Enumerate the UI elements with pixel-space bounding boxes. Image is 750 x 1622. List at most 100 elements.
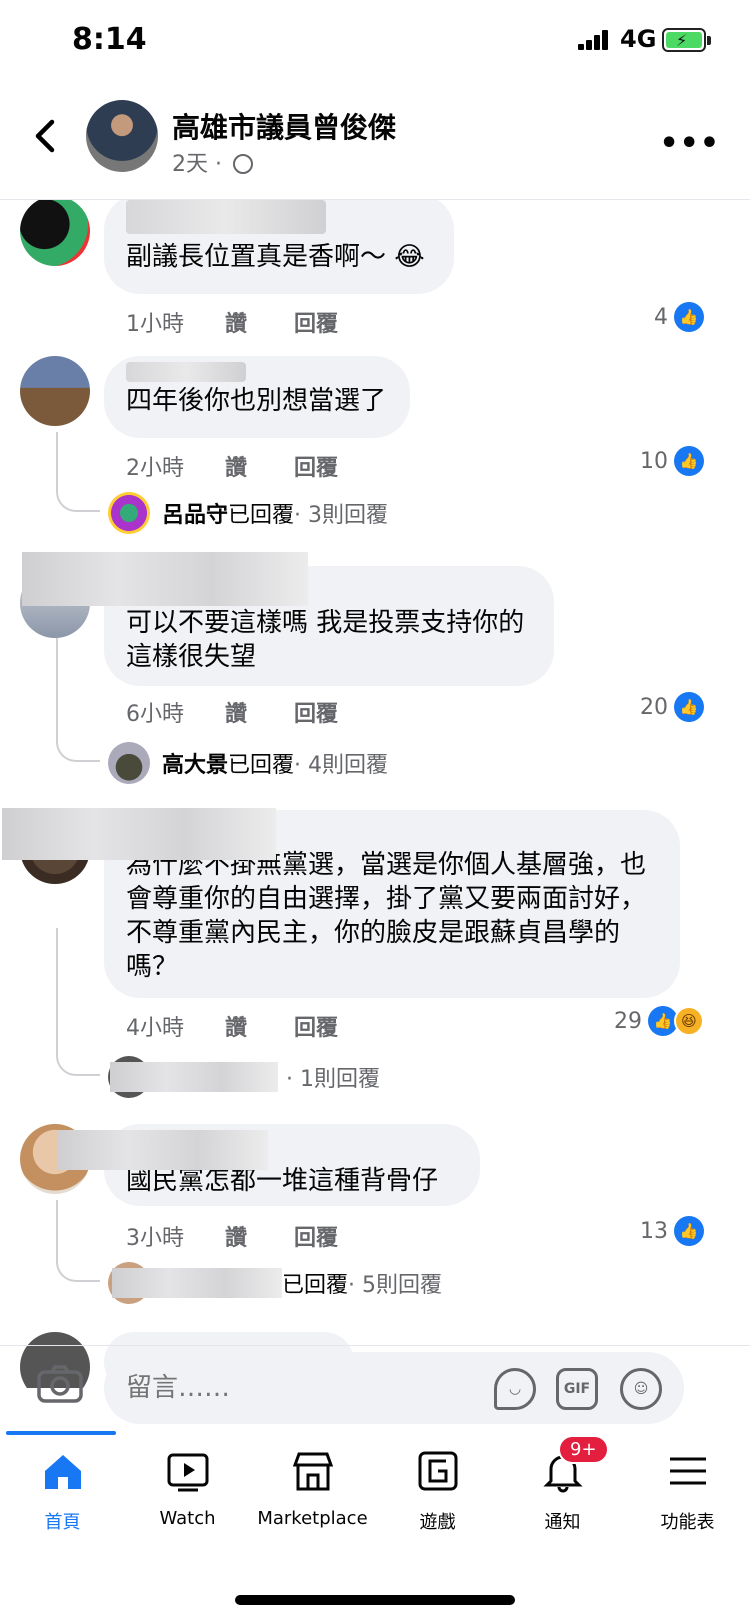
comment-text: 副議長位置真是香啊～ 😂	[126, 242, 425, 272]
tab-marketplace[interactable]: Marketplace	[250, 1435, 375, 1555]
chevron-left-icon	[35, 119, 55, 153]
reply-count: · 3則回覆	[294, 503, 389, 528]
commenter-avatar[interactable]	[20, 356, 90, 426]
tab-label: 首頁	[44, 1512, 81, 1533]
comment-actions: 1小時 讚 回覆	[126, 306, 378, 338]
comment-actions: 4小時 讚 回覆	[126, 1010, 378, 1042]
replier-name: 呂品守	[162, 503, 229, 528]
name-blur-overlay	[22, 552, 308, 606]
reaction-count[interactable]: 29 👍 😆	[614, 1006, 704, 1036]
thumbs-up-icon: 👍	[674, 1216, 704, 1246]
name-blur-overlay	[58, 1130, 268, 1170]
back-button[interactable]	[28, 116, 64, 156]
bottom-nav: 首頁 Watch Marketplace 遊戲 9+ 通知 功能表	[0, 1435, 750, 1555]
reply-count: · 4則回覆	[294, 753, 389, 778]
comment-bubble: 四年後你也別想當選了	[104, 356, 410, 438]
replies-summary[interactable]: 高大景 已回覆 · 4則回覆	[108, 742, 388, 784]
replies-summary[interactable]: · 1則回覆	[108, 1056, 380, 1098]
thread-connector	[56, 1200, 100, 1282]
page-name[interactable]: 高雄市議員曾俊傑	[172, 106, 396, 146]
like-button[interactable]: 讚	[225, 306, 247, 338]
comment-actions: 6小時 讚 回覆	[126, 696, 378, 728]
comment-time: 2小時	[126, 456, 184, 481]
tab-label: Watch	[159, 1508, 216, 1529]
comment-time: 4小時	[126, 1016, 184, 1041]
reaction-count[interactable]: 20 👍	[640, 692, 704, 722]
replier-name-blurred	[110, 1062, 278, 1092]
commenter-avatar[interactable]	[20, 200, 90, 266]
comment-composer: ◡ GIF ☺	[0, 1345, 750, 1431]
home-icon	[44, 1455, 81, 1489]
like-count: 13	[640, 1218, 668, 1244]
thread-connector	[56, 432, 100, 512]
comment-actions: 2小時 讚 回覆	[126, 450, 378, 482]
home-indicator	[235, 1595, 515, 1605]
comment-time: 3小時	[126, 1226, 184, 1251]
marketplace-icon	[292, 1452, 333, 1491]
replier-avatar	[108, 492, 150, 534]
signal-icon	[578, 30, 610, 50]
tab-label: 功能表	[660, 1512, 715, 1533]
tab-label: 通知	[544, 1512, 581, 1533]
like-count: 10	[640, 448, 668, 474]
comment-list: 副議長位置真是香啊～ 😂 1小時 讚 回覆 4 👍 四年後你也別想當選了 2小時…	[0, 200, 750, 1388]
thumbs-up-icon: 👍	[674, 692, 704, 722]
ellipsis-icon: •••	[659, 126, 720, 161]
commenter-name-blurred	[126, 200, 326, 234]
gif-button[interactable]: GIF	[556, 1368, 598, 1410]
replier-name-blurred	[112, 1268, 282, 1298]
thread-connector	[56, 928, 100, 1076]
reply-button[interactable]: 回覆	[294, 696, 338, 728]
like-count: 29	[614, 1008, 642, 1034]
haha-icon: 😆	[674, 1006, 704, 1036]
battery-icon: ⚡	[662, 28, 711, 52]
tab-gaming[interactable]: 遊戲	[375, 1435, 500, 1555]
replies-summary[interactable]: 呂品守 已回覆 · 3則回覆	[108, 492, 388, 534]
sticker-icon[interactable]: ◡	[494, 1368, 536, 1410]
notification-badge: 9+	[558, 1435, 609, 1464]
comment-time: 1小時	[126, 312, 184, 337]
post-meta: 2天 ·	[172, 146, 253, 178]
page-avatar[interactable]	[86, 100, 158, 172]
post-age: 2天	[172, 152, 208, 177]
camera-icon[interactable]	[36, 1364, 84, 1404]
status-bar: 8:14 4G ⚡	[0, 0, 750, 84]
replier-avatar	[108, 742, 150, 784]
replies-summary[interactable]: 已回覆 · 5則回覆	[108, 1262, 442, 1304]
reaction-count[interactable]: 4 👍	[654, 302, 704, 332]
meta-dot: ·	[215, 152, 222, 177]
tab-label: 遊戲	[419, 1512, 456, 1533]
comment-actions: 3小時 讚 回覆	[126, 1220, 378, 1252]
replied-label: 已回覆	[228, 753, 295, 778]
comment-bubble: 副議長位置真是香啊～ 😂	[104, 200, 454, 294]
like-button[interactable]: 讚	[225, 696, 247, 728]
reply-count: · 1則回覆	[286, 1067, 380, 1092]
gif-label: GIF	[563, 1381, 591, 1397]
comment-text: 四年後你也別想當選了	[126, 386, 387, 416]
tab-menu[interactable]: 功能表	[625, 1435, 750, 1555]
replied-label: 已回覆	[282, 1273, 349, 1298]
replied-label: 已回覆	[228, 503, 295, 528]
reply-button[interactable]: 回覆	[294, 1220, 338, 1252]
more-options-button[interactable]: •••	[659, 126, 720, 161]
emoji-icon[interactable]: ☺	[620, 1368, 662, 1410]
like-button[interactable]: 讚	[225, 450, 247, 482]
thumbs-up-icon: 👍	[674, 302, 704, 332]
commenter-name-blurred	[126, 362, 246, 382]
like-count: 20	[640, 694, 668, 720]
reply-button[interactable]: 回覆	[294, 450, 338, 482]
watch-icon	[167, 1453, 208, 1492]
tab-home[interactable]: 首頁	[0, 1435, 125, 1555]
reply-count: · 5則回覆	[348, 1273, 442, 1298]
like-button[interactable]: 讚	[225, 1220, 247, 1252]
menu-icon	[669, 1457, 706, 1485]
reply-button[interactable]: 回覆	[294, 1010, 338, 1042]
tab-watch[interactable]: Watch	[125, 1435, 250, 1555]
like-button[interactable]: 讚	[225, 1010, 247, 1042]
thumbs-up-icon: 👍	[674, 446, 704, 476]
tab-notifications[interactable]: 9+ 通知	[500, 1435, 625, 1555]
network-label: 4G	[620, 25, 657, 53]
reaction-count[interactable]: 10 👍	[640, 446, 704, 476]
reaction-count[interactable]: 13 👍	[640, 1216, 704, 1246]
reply-button[interactable]: 回覆	[294, 306, 338, 338]
